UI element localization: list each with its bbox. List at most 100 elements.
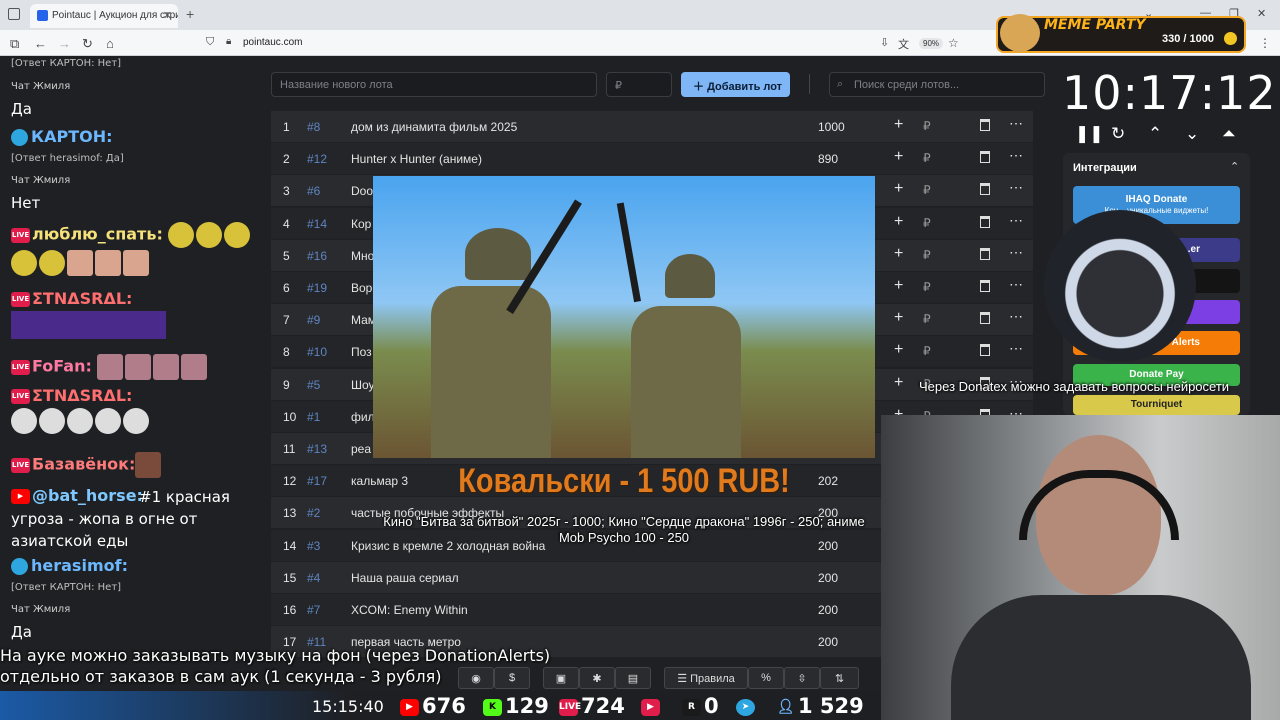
lot-amount[interactable]: 1000 [818,120,845,134]
bug-report-button[interactable]: ✱ [579,667,615,689]
soldier-left [431,286,551,458]
menu-icon[interactable]: ⋮ [1259,36,1271,50]
vkplay-viewers: LIVE724 [559,694,625,718]
site-info-icon[interactable]: ⛉ [206,36,214,49]
close-window-icon[interactable]: ✕ [1257,7,1266,20]
kick-icon: K [483,698,502,716]
lot-name[interactable]: кальмар 3 [351,474,408,488]
double-chevron-up-icon[interactable]: ⏶ [1222,124,1236,144]
clear-button[interactable]: ▤ [615,667,651,689]
add-amount-icon[interactable]: + [894,245,903,263]
currency-icon[interactable]: ₽ [923,312,931,326]
new-lot-amount-input[interactable]: ₽ [606,72,672,97]
lot-search-input[interactable]: ⌕ Поиск среди лотов... [829,72,1045,97]
lot-name[interactable]: Шоу [351,378,375,392]
currency-icon[interactable]: ₽ [923,151,931,165]
lot-name[interactable]: Мно [351,249,374,263]
delete-icon[interactable] [980,119,990,131]
delete-icon[interactable] [980,215,990,228]
bookmark-star-icon[interactable]: ☆ [948,36,959,50]
url-field[interactable]: pointauc.com [243,37,302,48]
add-amount-icon[interactable]: + [894,374,903,392]
add-amount-icon[interactable]: + [894,341,903,359]
add-amount-icon[interactable]: + [894,277,903,295]
more-icon[interactable]: ⋯ [1009,308,1023,325]
lot-name[interactable]: Вор [351,281,372,295]
tab-actions-icon[interactable] [8,8,20,20]
lot-position: 12 [283,474,297,489]
kick-count: 129 [505,694,549,718]
zoom-indicator[interactable]: 90% [919,38,944,49]
lot-name[interactable]: Doo [351,184,373,198]
tourniquet-button[interactable]: Tourniquet [1073,395,1240,415]
more-icon[interactable]: ⋯ [1009,212,1023,229]
currency-icon[interactable]: ₽ [923,280,931,294]
youtube-icon: ▶ [400,698,419,716]
new-lot-name-input[interactable]: Название нового лота [271,72,597,97]
lot-row[interactable]: 1 #8 дом из динамита фильм 2025 1000 + ₽ ⋯ [271,111,1033,142]
browser-tab[interactable]: Pointauc | Аукцион для стрим ✕ [30,4,178,28]
lot-name[interactable]: фил [351,410,375,424]
more-icon[interactable]: ⋯ [1009,244,1023,261]
delete-icon[interactable] [980,312,990,325]
rifle-right [616,202,641,303]
total-viewers-count: 1 529 [798,694,864,718]
emote-icon [67,250,93,276]
add-amount-icon[interactable]: + [894,148,903,166]
add-lot-button[interactable]: ＋ Добавить лот [681,72,790,97]
delete-icon[interactable] [980,280,990,292]
delete-icon[interactable] [980,183,990,196]
lot-name[interactable]: XCOM: Enemy Within [351,603,468,617]
more-icon[interactable]: ⋯ [1009,276,1023,293]
currency-icon[interactable]: ₽ [923,183,931,197]
new-tab-icon[interactable]: + [186,6,194,22]
lot-amount[interactable]: 200 [818,635,838,649]
back-icon[interactable]: ← [34,36,47,51]
delete-icon[interactable] [980,247,990,260]
reset-icon[interactable]: ↻ [1111,124,1125,144]
download-icon[interactable]: ⇩ [880,36,889,49]
pause-icon[interactable]: ❚❚ [1075,124,1104,144]
more-icon[interactable]: ⋯ [1009,115,1023,132]
lot-name[interactable]: Наша раша сериал [351,571,459,585]
close-tab-icon[interactable]: ✕ [163,9,172,22]
add-amount-icon[interactable]: + [894,213,903,231]
screen: Pointauc | Аукцион для стрим ✕ + ⌄ — ❐ ✕… [0,0,1280,720]
sort-button[interactable]: ⇅ [820,667,859,689]
chevron-down-icon[interactable]: ⌄ [1185,124,1199,144]
more-icon[interactable]: ⋯ [1009,147,1023,164]
lot-name[interactable]: реа [351,442,371,456]
delete-icon[interactable] [980,344,990,357]
rules-button[interactable]: ☰ Правила [664,667,748,689]
compress-button[interactable]: ⇳ [784,667,820,689]
translate-icon[interactable]: 文 [898,36,909,52]
home-icon[interactable]: ⌂ [106,36,114,51]
lot-position: 5 [283,248,290,263]
collapse-icon[interactable]: ⌃ [1230,160,1239,173]
add-amount-icon[interactable]: + [894,116,903,134]
lot-amount[interactable]: 200 [818,603,838,617]
currency-icon[interactable]: ₽ [923,248,931,262]
lot-name[interactable]: Hunter x Hunter (аниме) [351,152,482,166]
forward-icon[interactable]: → [58,36,71,51]
lot-name[interactable]: Кор [351,217,371,231]
lot-name[interactable]: Поз [351,345,372,359]
delete-icon[interactable] [980,151,990,164]
chevron-up-icon[interactable]: ⌃ [1148,124,1162,144]
lot-name[interactable]: дом из динамита фильм 2025 [351,120,517,134]
more-icon[interactable]: ⋯ [1009,340,1023,357]
more-icon[interactable]: ⋯ [1009,179,1023,196]
reload-icon[interactable]: ↻ [82,36,93,52]
add-amount-icon[interactable]: + [894,180,903,198]
sidebar-toggle-icon[interactable]: ⧉ [10,36,19,52]
currency-icon[interactable]: ₽ [923,216,931,230]
telegram-icon [11,558,28,575]
currency-icon[interactable]: ₽ [923,344,931,358]
lot-row[interactable]: 2 #12 Hunter x Hunter (аниме) 890 + ₽ ⋯ [271,143,1033,175]
lot-amount[interactable]: 200 [818,571,838,585]
lot-amount[interactable]: 890 [818,152,838,166]
currency-icon[interactable]: ₽ [923,119,931,133]
percent-button[interactable]: % [748,667,784,689]
kick-viewers: K 129 [483,694,549,718]
add-amount-icon[interactable]: + [894,309,903,327]
